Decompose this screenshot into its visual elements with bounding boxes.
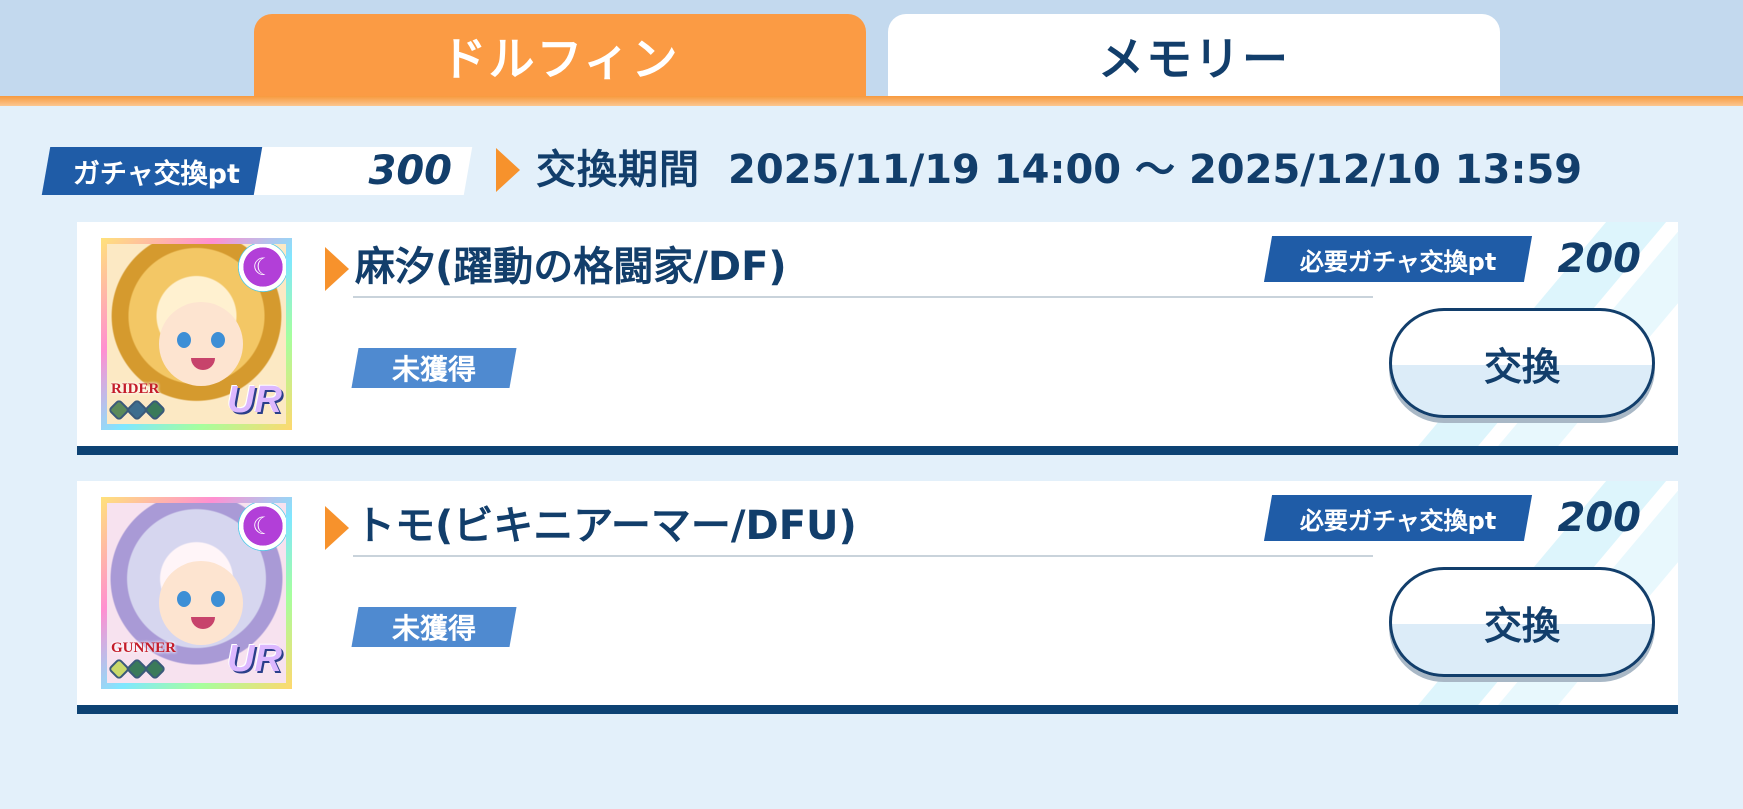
gacha-points-label: ガチャ交換pt (41, 147, 271, 195)
arrow-right-icon (496, 148, 520, 192)
role-label: RIDER (111, 381, 160, 397)
required-points-label: 必要ガチャ交換pt (1263, 236, 1533, 282)
skill-hex-icons (107, 398, 167, 422)
arrow-right-icon (325, 247, 349, 291)
moon-attribute-icon: ☾ (238, 244, 286, 292)
character-portrait: ☾ GUNNER UR (107, 503, 286, 683)
tab-bar: ドルフィン メモリー (0, 0, 1743, 106)
character-name: トモ(ビキニアーマー/DFU) (355, 503, 857, 549)
exchange-item-card: ☾ RIDER UR 麻汐(躍動の格闘家/DF) 未獲得 必要ガチャ交換pt 2… (77, 222, 1678, 455)
exchange-period: 交換期間 2025/11/19 14:00 ～ 2025/12/10 13:59 (536, 142, 1582, 198)
exchange-button[interactable]: 交換 (1389, 308, 1655, 418)
role-label: GUNNER (111, 640, 177, 656)
rarity-badge: UR (227, 638, 282, 680)
character-thumbnail[interactable]: ☾ GUNNER UR (101, 497, 292, 689)
exchange-item-card: ☾ GUNNER UR トモ(ビキニアーマー/DFU) 未獲得 必要ガチャ交換p… (77, 481, 1678, 714)
required-points-value: 200 (1557, 495, 1642, 541)
arrow-right-icon (325, 506, 349, 550)
character-face (159, 302, 243, 386)
skill-hex-icons (107, 657, 167, 681)
character-portrait: ☾ RIDER UR (107, 244, 286, 424)
exchange-period-label: 交換期間 (536, 147, 700, 193)
character-name: 麻汐(躍動の格闘家/DF) (355, 244, 787, 290)
gacha-points-value: 300 (368, 148, 453, 194)
exchange-button[interactable]: 交換 (1389, 567, 1655, 677)
required-points-value: 200 (1557, 236, 1642, 282)
status-badge: 未獲得 (351, 607, 517, 647)
tab-memory[interactable]: メモリー (888, 14, 1500, 98)
required-points-label: 必要ガチャ交換pt (1263, 495, 1533, 541)
exchange-period-range: 2025/11/19 14:00 ～ 2025/12/10 13:59 (728, 147, 1583, 193)
divider (353, 555, 1373, 557)
character-face (159, 561, 243, 645)
divider (353, 296, 1373, 298)
status-badge: 未獲得 (351, 348, 517, 388)
character-thumbnail[interactable]: ☾ RIDER UR (101, 238, 292, 430)
rarity-badge: UR (227, 379, 282, 421)
tab-dolphin[interactable]: ドルフィン (254, 14, 866, 98)
moon-attribute-icon: ☾ (238, 503, 286, 551)
